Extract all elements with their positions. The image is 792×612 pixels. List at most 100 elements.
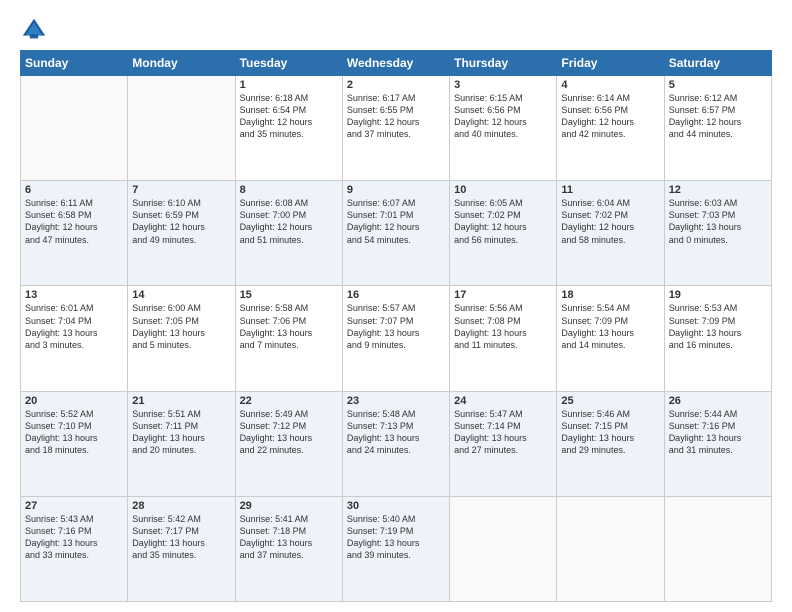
day-number: 23 xyxy=(347,395,445,407)
calendar-week-1: 1Sunrise: 6:18 AM Sunset: 6:54 PM Daylig… xyxy=(21,76,772,181)
calendar-cell: 16Sunrise: 5:57 AM Sunset: 7:07 PM Dayli… xyxy=(342,286,449,391)
day-info: Sunrise: 5:54 AM Sunset: 7:09 PM Dayligh… xyxy=(561,302,659,351)
day-info: Sunrise: 6:14 AM Sunset: 6:56 PM Dayligh… xyxy=(561,92,659,141)
day-number: 15 xyxy=(240,289,338,301)
day-info: Sunrise: 5:46 AM Sunset: 7:15 PM Dayligh… xyxy=(561,408,659,457)
calendar-cell: 18Sunrise: 5:54 AM Sunset: 7:09 PM Dayli… xyxy=(557,286,664,391)
calendar-cell: 5Sunrise: 6:12 AM Sunset: 6:57 PM Daylig… xyxy=(664,76,771,181)
day-number: 22 xyxy=(240,395,338,407)
day-number: 18 xyxy=(561,289,659,301)
day-number: 30 xyxy=(347,500,445,512)
day-info: Sunrise: 5:40 AM Sunset: 7:19 PM Dayligh… xyxy=(347,513,445,562)
calendar-cell xyxy=(450,496,557,601)
calendar-week-4: 20Sunrise: 5:52 AM Sunset: 7:10 PM Dayli… xyxy=(21,391,772,496)
day-info: Sunrise: 6:04 AM Sunset: 7:02 PM Dayligh… xyxy=(561,197,659,246)
day-number: 27 xyxy=(25,500,123,512)
logo xyxy=(20,16,52,44)
calendar-header-monday: Monday xyxy=(128,51,235,76)
calendar-cell: 8Sunrise: 6:08 AM Sunset: 7:00 PM Daylig… xyxy=(235,181,342,286)
day-info: Sunrise: 5:42 AM Sunset: 7:17 PM Dayligh… xyxy=(132,513,230,562)
day-info: Sunrise: 6:01 AM Sunset: 7:04 PM Dayligh… xyxy=(25,302,123,351)
day-info: Sunrise: 6:18 AM Sunset: 6:54 PM Dayligh… xyxy=(240,92,338,141)
logo-icon xyxy=(20,16,48,44)
day-info: Sunrise: 6:00 AM Sunset: 7:05 PM Dayligh… xyxy=(132,302,230,351)
day-info: Sunrise: 6:10 AM Sunset: 6:59 PM Dayligh… xyxy=(132,197,230,246)
calendar-cell xyxy=(21,76,128,181)
day-number: 26 xyxy=(669,395,767,407)
calendar-cell: 28Sunrise: 5:42 AM Sunset: 7:17 PM Dayli… xyxy=(128,496,235,601)
day-info: Sunrise: 5:44 AM Sunset: 7:16 PM Dayligh… xyxy=(669,408,767,457)
day-info: Sunrise: 6:03 AM Sunset: 7:03 PM Dayligh… xyxy=(669,197,767,246)
day-info: Sunrise: 6:05 AM Sunset: 7:02 PM Dayligh… xyxy=(454,197,552,246)
calendar-header-sunday: Sunday xyxy=(21,51,128,76)
calendar-cell: 23Sunrise: 5:48 AM Sunset: 7:13 PM Dayli… xyxy=(342,391,449,496)
calendar-header-friday: Friday xyxy=(557,51,664,76)
day-number: 17 xyxy=(454,289,552,301)
day-number: 4 xyxy=(561,79,659,91)
day-number: 3 xyxy=(454,79,552,91)
day-info: Sunrise: 6:15 AM Sunset: 6:56 PM Dayligh… xyxy=(454,92,552,141)
day-info: Sunrise: 5:48 AM Sunset: 7:13 PM Dayligh… xyxy=(347,408,445,457)
calendar-header-thursday: Thursday xyxy=(450,51,557,76)
day-info: Sunrise: 5:52 AM Sunset: 7:10 PM Dayligh… xyxy=(25,408,123,457)
calendar-table: SundayMondayTuesdayWednesdayThursdayFrid… xyxy=(20,50,772,602)
day-number: 12 xyxy=(669,184,767,196)
calendar-cell: 29Sunrise: 5:41 AM Sunset: 7:18 PM Dayli… xyxy=(235,496,342,601)
day-info: Sunrise: 6:08 AM Sunset: 7:00 PM Dayligh… xyxy=(240,197,338,246)
calendar-cell: 27Sunrise: 5:43 AM Sunset: 7:16 PM Dayli… xyxy=(21,496,128,601)
day-number: 6 xyxy=(25,184,123,196)
day-info: Sunrise: 5:51 AM Sunset: 7:11 PM Dayligh… xyxy=(132,408,230,457)
calendar-cell: 22Sunrise: 5:49 AM Sunset: 7:12 PM Dayli… xyxy=(235,391,342,496)
day-info: Sunrise: 5:53 AM Sunset: 7:09 PM Dayligh… xyxy=(669,302,767,351)
calendar-cell: 2Sunrise: 6:17 AM Sunset: 6:55 PM Daylig… xyxy=(342,76,449,181)
day-info: Sunrise: 6:11 AM Sunset: 6:58 PM Dayligh… xyxy=(25,197,123,246)
calendar-cell: 25Sunrise: 5:46 AM Sunset: 7:15 PM Dayli… xyxy=(557,391,664,496)
calendar-cell: 1Sunrise: 6:18 AM Sunset: 6:54 PM Daylig… xyxy=(235,76,342,181)
day-number: 28 xyxy=(132,500,230,512)
day-number: 19 xyxy=(669,289,767,301)
calendar-cell: 20Sunrise: 5:52 AM Sunset: 7:10 PM Dayli… xyxy=(21,391,128,496)
calendar-cell: 14Sunrise: 6:00 AM Sunset: 7:05 PM Dayli… xyxy=(128,286,235,391)
calendar-cell: 9Sunrise: 6:07 AM Sunset: 7:01 PM Daylig… xyxy=(342,181,449,286)
calendar-cell xyxy=(128,76,235,181)
day-number: 2 xyxy=(347,79,445,91)
day-number: 16 xyxy=(347,289,445,301)
day-number: 9 xyxy=(347,184,445,196)
day-number: 20 xyxy=(25,395,123,407)
day-info: Sunrise: 5:58 AM Sunset: 7:06 PM Dayligh… xyxy=(240,302,338,351)
day-number: 25 xyxy=(561,395,659,407)
day-number: 21 xyxy=(132,395,230,407)
day-info: Sunrise: 6:07 AM Sunset: 7:01 PM Dayligh… xyxy=(347,197,445,246)
day-info: Sunrise: 5:41 AM Sunset: 7:18 PM Dayligh… xyxy=(240,513,338,562)
day-info: Sunrise: 5:47 AM Sunset: 7:14 PM Dayligh… xyxy=(454,408,552,457)
calendar-cell: 24Sunrise: 5:47 AM Sunset: 7:14 PM Dayli… xyxy=(450,391,557,496)
calendar-cell: 26Sunrise: 5:44 AM Sunset: 7:16 PM Dayli… xyxy=(664,391,771,496)
day-info: Sunrise: 6:17 AM Sunset: 6:55 PM Dayligh… xyxy=(347,92,445,141)
calendar-cell: 10Sunrise: 6:05 AM Sunset: 7:02 PM Dayli… xyxy=(450,181,557,286)
calendar-cell: 4Sunrise: 6:14 AM Sunset: 6:56 PM Daylig… xyxy=(557,76,664,181)
calendar-header-tuesday: Tuesday xyxy=(235,51,342,76)
calendar-cell: 19Sunrise: 5:53 AM Sunset: 7:09 PM Dayli… xyxy=(664,286,771,391)
calendar-cell: 30Sunrise: 5:40 AM Sunset: 7:19 PM Dayli… xyxy=(342,496,449,601)
calendar-cell: 7Sunrise: 6:10 AM Sunset: 6:59 PM Daylig… xyxy=(128,181,235,286)
calendar-week-2: 6Sunrise: 6:11 AM Sunset: 6:58 PM Daylig… xyxy=(21,181,772,286)
calendar-week-3: 13Sunrise: 6:01 AM Sunset: 7:04 PM Dayli… xyxy=(21,286,772,391)
calendar-header-saturday: Saturday xyxy=(664,51,771,76)
calendar-cell: 21Sunrise: 5:51 AM Sunset: 7:11 PM Dayli… xyxy=(128,391,235,496)
day-number: 1 xyxy=(240,79,338,91)
day-info: Sunrise: 5:49 AM Sunset: 7:12 PM Dayligh… xyxy=(240,408,338,457)
day-info: Sunrise: 5:43 AM Sunset: 7:16 PM Dayligh… xyxy=(25,513,123,562)
day-number: 14 xyxy=(132,289,230,301)
calendar-cell: 17Sunrise: 5:56 AM Sunset: 7:08 PM Dayli… xyxy=(450,286,557,391)
day-number: 8 xyxy=(240,184,338,196)
page: SundayMondayTuesdayWednesdayThursdayFrid… xyxy=(0,0,792,612)
calendar-cell: 12Sunrise: 6:03 AM Sunset: 7:03 PM Dayli… xyxy=(664,181,771,286)
calendar-header-row: SundayMondayTuesdayWednesdayThursdayFrid… xyxy=(21,51,772,76)
calendar-week-5: 27Sunrise: 5:43 AM Sunset: 7:16 PM Dayli… xyxy=(21,496,772,601)
day-number: 24 xyxy=(454,395,552,407)
calendar-cell xyxy=(557,496,664,601)
calendar-cell xyxy=(664,496,771,601)
calendar-cell: 13Sunrise: 6:01 AM Sunset: 7:04 PM Dayli… xyxy=(21,286,128,391)
calendar-cell: 15Sunrise: 5:58 AM Sunset: 7:06 PM Dayli… xyxy=(235,286,342,391)
calendar-cell: 11Sunrise: 6:04 AM Sunset: 7:02 PM Dayli… xyxy=(557,181,664,286)
